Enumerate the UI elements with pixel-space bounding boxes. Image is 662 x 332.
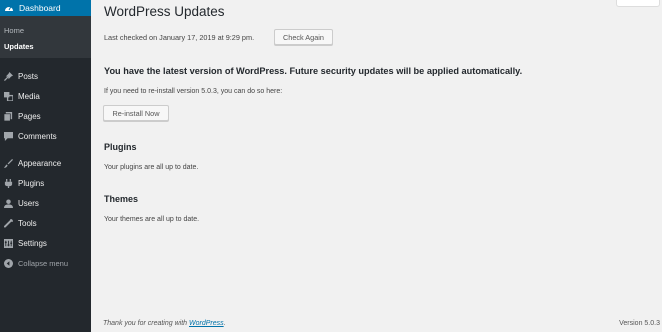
plug-icon [4,178,13,188]
footer-thanks: Thank you for creating with WordPress. [103,320,226,327]
sidebar-item-posts[interactable]: Posts [0,68,91,84]
sidebar-item-label: Settings [18,238,47,248]
sidebar-item-label: Pages [18,111,41,121]
sidebar-item-media[interactable]: Media [0,88,91,104]
sidebar-item-users[interactable]: Users [0,195,91,211]
dashboard-icon [5,6,13,11]
themes-heading: Themes [104,194,139,204]
footer-version: Version 5.0.3 [619,320,660,327]
sidebar-item-label: Dashboard [19,3,61,13]
submenu-item-updates[interactable]: Updates [4,42,34,51]
footer-thanks-prefix: Thank you for creating with [103,320,189,327]
wrench-icon [4,218,13,228]
sidebar-item-label: Users [18,198,39,208]
collapse-menu-label: Collapse menu [18,258,69,268]
plugins-heading: Plugins [104,142,137,152]
pin-icon [4,71,13,81]
collapse-menu-button[interactable]: Collapse menu [0,255,91,271]
sidebar-item-label: Appearance [18,158,62,168]
latest-version-message: You have the latest version of WordPress… [104,66,523,76]
settings-icon [4,238,13,248]
reinstall-note: If you need to re-install version 5.0.3,… [104,88,283,95]
sidebar-item-label: Posts [18,71,39,81]
sidebar-item-pages[interactable]: Pages [0,108,91,124]
comment-icon [4,131,13,141]
media-icon [4,91,13,101]
sidebar-item-plugins[interactable]: Plugins [0,175,91,191]
reinstall-now-button[interactable]: Re-install Now [103,105,169,121]
page-title: WordPress Updates [104,4,225,19]
sidebar-item-label: Tools [18,218,37,228]
pages-icon [4,111,13,121]
user-icon [4,198,13,208]
sidebar-item-dashboard[interactable]: Dashboard [0,0,91,16]
help-tab[interactable] [616,0,660,7]
themes-status-text: Your themes are all up to date. [104,216,200,223]
sidebar-item-settings[interactable]: Settings [0,235,91,251]
wordpress-link[interactable]: WordPress [189,320,224,327]
brush-icon [4,158,13,168]
last-checked-text: Last checked on January 17, 2019 at 9:29… [104,33,255,42]
dashboard-submenu: Home Updates [0,16,91,58]
collapse-icon [4,258,13,268]
sidebar-item-comments[interactable]: Comments [0,128,91,144]
sidebar-item-tools[interactable]: Tools [0,215,91,231]
sidebar-item-appearance[interactable]: Appearance [0,155,91,171]
sidebar-item-label: Plugins [18,178,45,188]
sidebar-item-label: Comments [18,131,57,141]
plugins-status-text: Your plugins are all up to date. [104,164,199,171]
check-again-button[interactable]: Check Again [274,29,333,45]
sidebar-item-label: Media [18,91,40,101]
footer-thanks-suffix: . [223,320,226,327]
submenu-item-home[interactable]: Home [4,26,24,35]
admin-sidebar: Dashboard Home Updates Posts Media Pages… [0,0,91,332]
